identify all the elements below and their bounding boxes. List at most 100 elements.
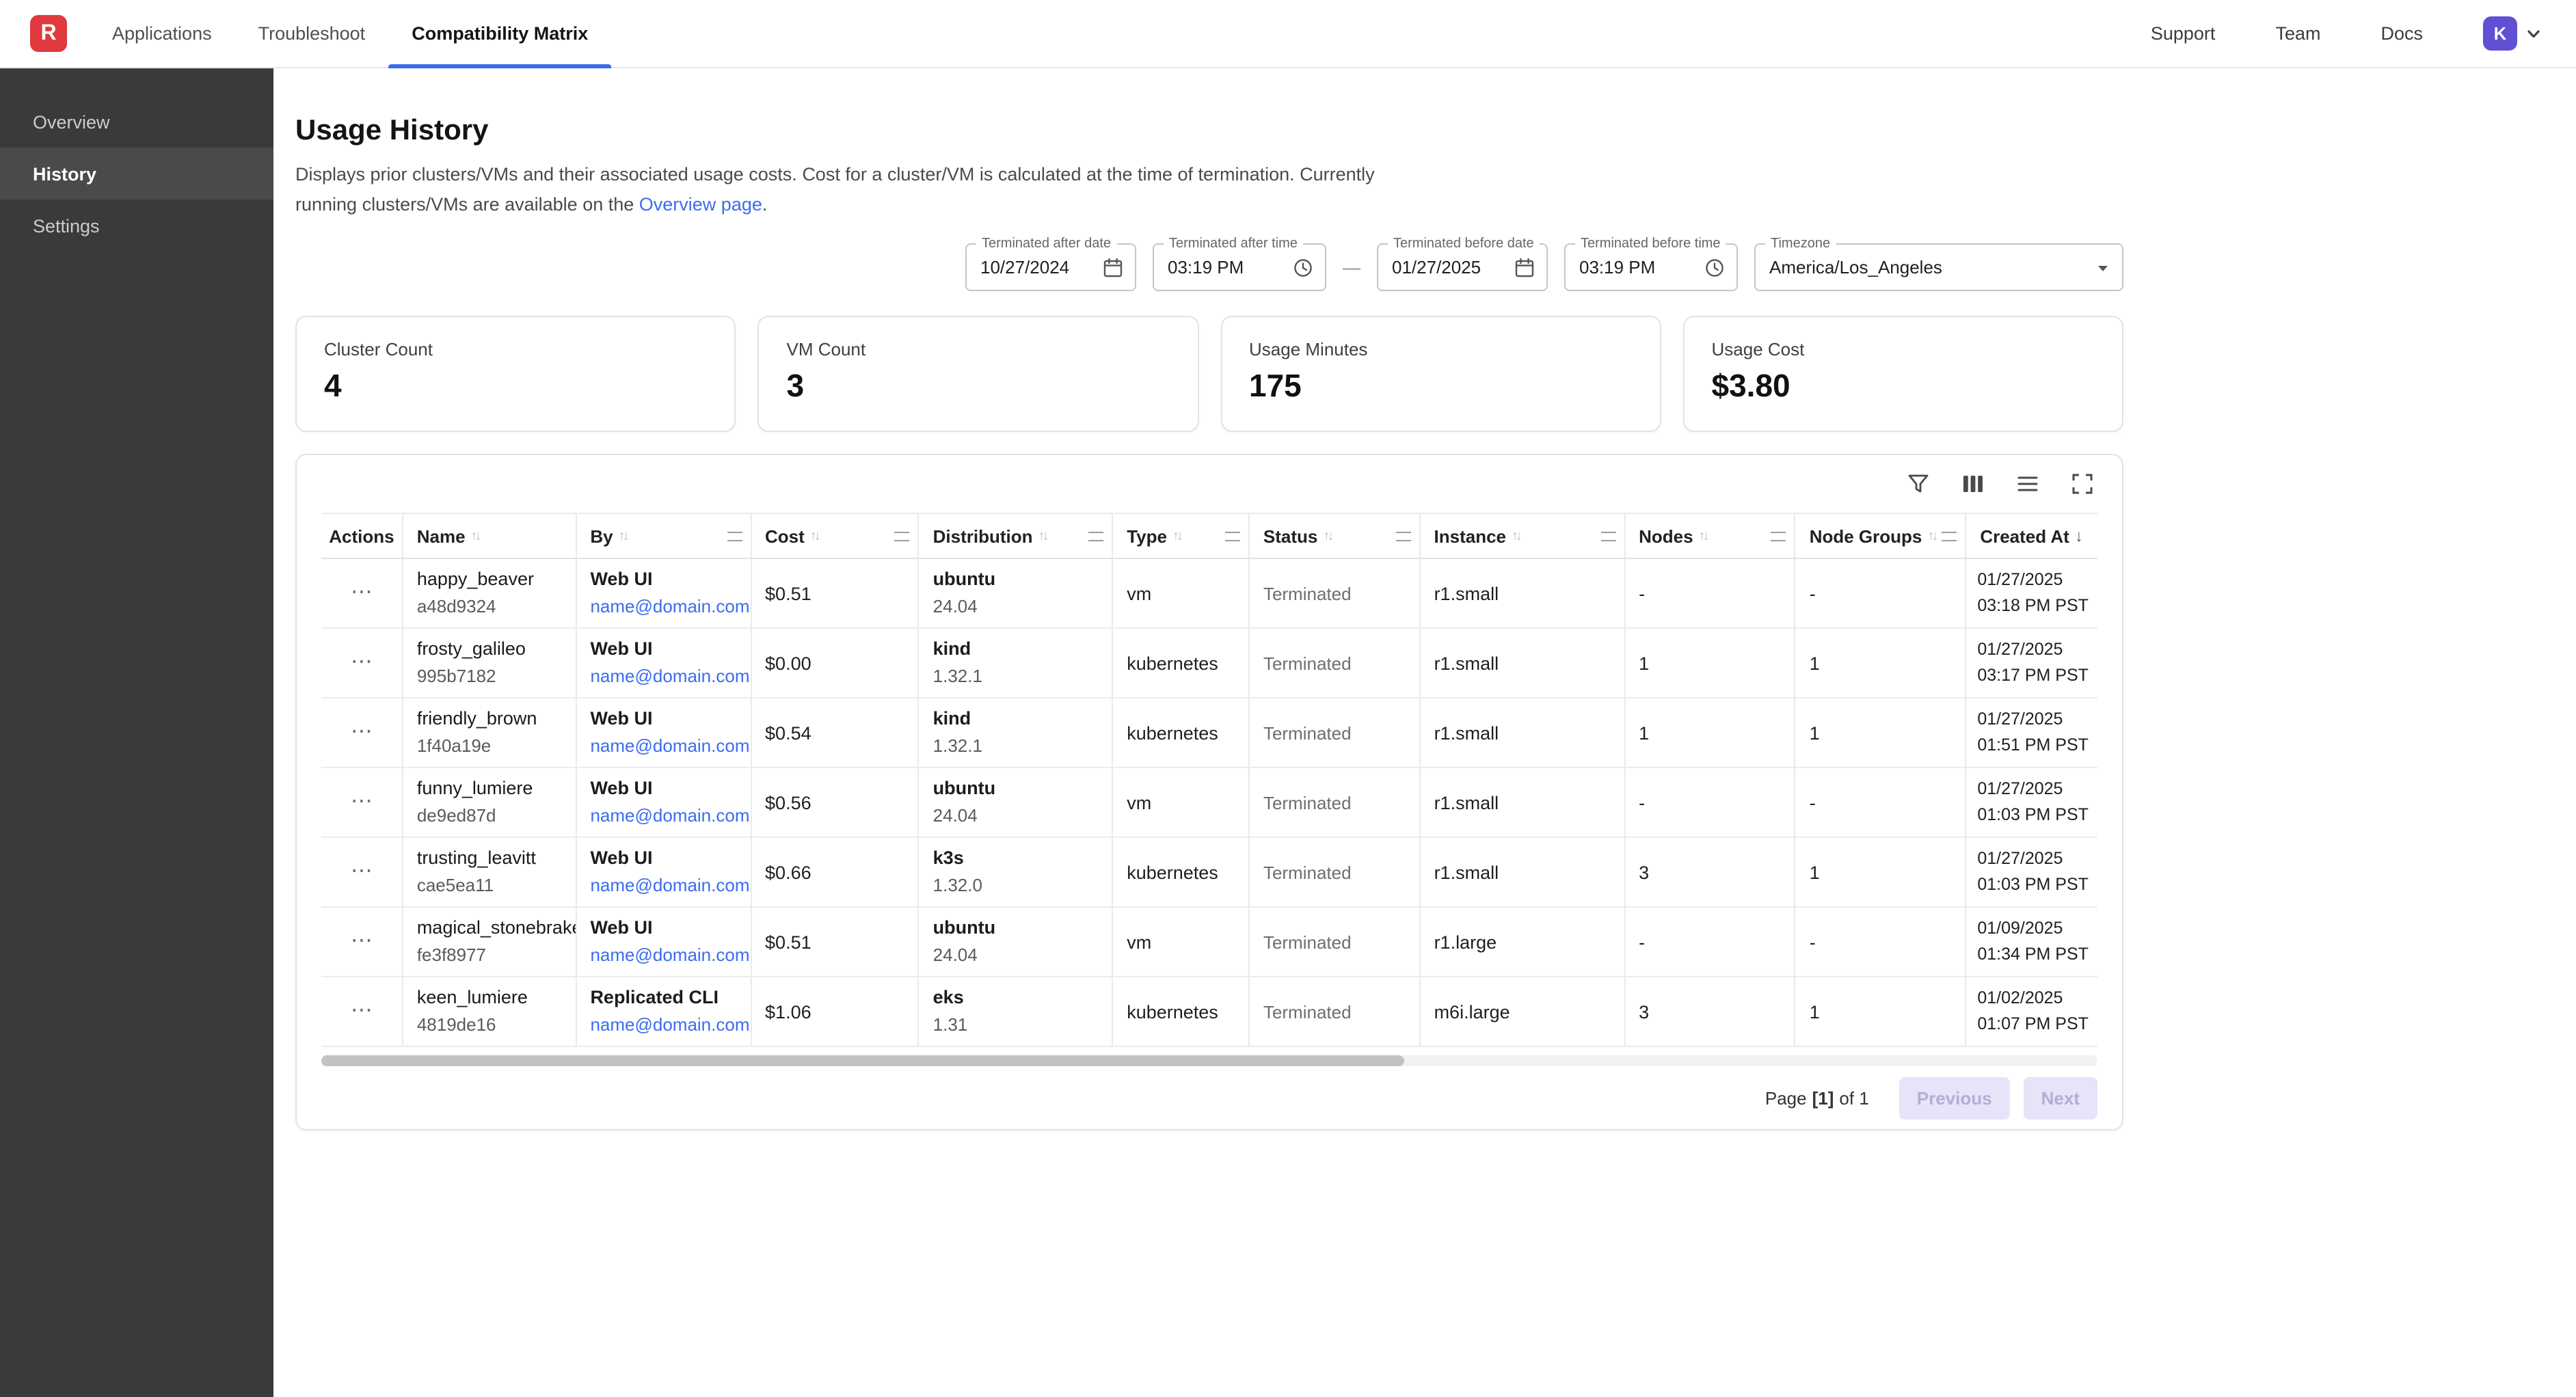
creator-email-link[interactable]: name@domain.com <box>590 802 747 830</box>
terminated-before-time-field[interactable]: Terminated before time 03:19 PM <box>1564 243 1738 291</box>
column-header-status[interactable]: Status ↑↓ <box>1250 514 1421 558</box>
table-row[interactable]: ⋯ happy_beaver a48d9324 Web UI name@doma… <box>321 559 2097 629</box>
table-row[interactable]: ⋯ keen_lumiere 4819de16 Replicated CLI n… <box>321 977 2097 1047</box>
field-value: 03:19 PM <box>1579 257 1695 277</box>
top-navbar: R Applications Troubleshoot Compatibilit… <box>0 0 2576 68</box>
horizontal-scrollbar[interactable] <box>321 1055 2097 1066</box>
terminated-before-date-field[interactable]: Terminated before date 01/27/2025 <box>1377 243 1548 291</box>
nodes-value: 1 <box>1639 653 1792 673</box>
page-indicator: Page[1]of 1 <box>1765 1087 1869 1108</box>
table-row[interactable]: ⋯ magical_stonebraker fe3f8977 Web UI na… <box>321 908 2097 977</box>
column-header-name[interactable]: Name ↑↓ <box>403 514 577 558</box>
creator-email-link[interactable]: name@domain.com <box>590 733 747 760</box>
stat-label: VM Count <box>787 339 1170 360</box>
row-actions-button[interactable]: ⋯ <box>351 582 373 604</box>
calendar-icon[interactable] <box>1102 256 1124 278</box>
column-header-distribution[interactable]: Distribution ↑↓ <box>920 514 1114 558</box>
column-header-type[interactable]: Type ↑↓ <box>1113 514 1250 558</box>
table-row[interactable]: ⋯ funny_lumiere de9ed87d Web UI name@dom… <box>321 768 2097 838</box>
creator-email-link[interactable]: name@domain.com <box>590 663 747 690</box>
column-header-instance[interactable]: Instance ↑↓ <box>1421 514 1626 558</box>
fullscreen-button[interactable] <box>2070 472 2095 496</box>
row-actions-button[interactable]: ⋯ <box>351 652 373 674</box>
field-label: Terminated after time <box>1164 236 1303 252</box>
nodes-value: 3 <box>1639 1001 1792 1022</box>
stat-card-cluster-count: Cluster Count 4 <box>295 316 736 432</box>
cluster-name: friendly_brown <box>417 705 573 733</box>
row-actions-button[interactable]: ⋯ <box>351 931 373 953</box>
columns-button[interactable] <box>1961 472 1985 496</box>
sidebar-item-history[interactable]: History <box>0 148 273 200</box>
table-row[interactable]: ⋯ trusting_leavitt cae5ea11 Web UI name@… <box>321 838 2097 908</box>
column-header-actions[interactable]: Actions <box>321 514 403 558</box>
column-header-cost[interactable]: Cost ↑↓ <box>751 514 920 558</box>
cluster-id: cae5ea11 <box>417 872 573 899</box>
row-actions-button[interactable]: ⋯ <box>351 861 373 883</box>
table-row[interactable]: ⋯ frosty_galileo 995b7182 Web UI name@do… <box>321 629 2097 698</box>
column-header-by[interactable]: By ↑↓ <box>576 514 751 558</box>
next-page-button[interactable]: Next <box>2024 1076 2097 1119</box>
column-header-created-at[interactable]: Created At ↓ <box>1966 514 2097 558</box>
overview-page-link[interactable]: Overview page <box>639 193 762 214</box>
creator-email-link[interactable]: name@domain.com <box>590 1012 747 1039</box>
creator-email-link[interactable]: name@domain.com <box>590 593 747 621</box>
user-menu[interactable]: K <box>2483 16 2543 51</box>
sort-icon: ↑↓ <box>471 528 479 543</box>
clock-icon[interactable] <box>1704 256 1726 278</box>
timezone-select[interactable]: Timezone America/Los_Angeles <box>1754 243 2123 291</box>
column-menu-icon[interactable] <box>1942 531 1957 541</box>
cost-value: $0.54 <box>765 722 915 743</box>
created-time: 01:34 PM PST <box>1977 942 2095 968</box>
column-menu-icon[interactable] <box>1088 531 1103 541</box>
table-footer: Page[1]of 1 Previous Next <box>321 1066 2097 1129</box>
clock-icon[interactable] <box>1292 256 1314 278</box>
field-label: Terminated before date <box>1388 236 1540 252</box>
created-date: 01/09/2025 <box>1977 916 2095 942</box>
caret-down-icon <box>2095 259 2111 275</box>
column-menu-icon[interactable] <box>1225 531 1240 541</box>
column-header-node-groups[interactable]: Node Groups ↑↓ <box>1796 514 1967 558</box>
nav-link-support[interactable]: Support <box>2151 23 2216 44</box>
nav-tab-troubleshoot[interactable]: Troubleshoot <box>235 0 389 68</box>
row-actions-button[interactable]: ⋯ <box>351 791 373 813</box>
cluster-id: 995b7182 <box>417 663 573 690</box>
terminated-after-time-field[interactable]: Terminated after time 03:19 PM <box>1153 243 1326 291</box>
created-by: Web UI <box>590 914 747 942</box>
calendar-icon[interactable] <box>1514 256 1535 278</box>
filter-bar: Terminated after date 10/27/2024 Termina… <box>295 243 2123 291</box>
nav-tab-applications[interactable]: Applications <box>89 0 235 68</box>
stat-card-vm-count: VM Count 3 <box>758 316 1199 432</box>
sort-icon: ↑↓ <box>619 528 627 543</box>
previous-page-button[interactable]: Previous <box>1899 1076 2010 1119</box>
row-actions-button[interactable]: ⋯ <box>351 722 373 744</box>
nav-tab-compatibility-matrix[interactable]: Compatibility Matrix <box>388 0 611 68</box>
field-label: Terminated before time <box>1575 236 1726 252</box>
terminated-after-date-field[interactable]: Terminated after date 10/27/2024 <box>965 243 1136 291</box>
scrollbar-thumb[interactable] <box>321 1055 1405 1066</box>
nav-link-team[interactable]: Team <box>2275 23 2320 44</box>
density-button[interactable] <box>2015 472 2040 496</box>
column-header-nodes[interactable]: Nodes ↑↓ <box>1625 514 1796 558</box>
sidebar-item-overview[interactable]: Overview <box>0 96 273 148</box>
navbar-right: Support Team Docs K <box>2151 16 2543 51</box>
filter-button[interactable] <box>1906 472 1931 496</box>
column-menu-icon[interactable] <box>1396 531 1411 541</box>
logo-letter: R <box>40 21 56 46</box>
nav-link-docs[interactable]: Docs <box>2380 23 2423 44</box>
distribution-name: kind <box>933 705 1110 733</box>
created-time: 01:03 PM PST <box>1977 872 2095 898</box>
distribution-version: 1.32.1 <box>933 733 1110 760</box>
column-menu-icon[interactable] <box>895 531 910 541</box>
distribution-name: kind <box>933 636 1110 663</box>
column-menu-icon[interactable] <box>727 531 742 541</box>
sidebar-item-settings[interactable]: Settings <box>0 200 273 252</box>
stat-card-usage-minutes: Usage Minutes 175 <box>1220 316 1661 432</box>
column-menu-icon[interactable] <box>1771 531 1786 541</box>
row-actions-button[interactable]: ⋯ <box>351 1001 373 1022</box>
table-row[interactable]: ⋯ friendly_brown 1f40a19e Web UI name@do… <box>321 698 2097 768</box>
app-logo[interactable]: R <box>30 15 67 52</box>
creator-email-link[interactable]: name@domain.com <box>590 872 747 899</box>
cluster-name: frosty_galileo <box>417 636 573 663</box>
creator-email-link[interactable]: name@domain.com <box>590 942 747 969</box>
column-menu-icon[interactable] <box>1600 531 1615 541</box>
